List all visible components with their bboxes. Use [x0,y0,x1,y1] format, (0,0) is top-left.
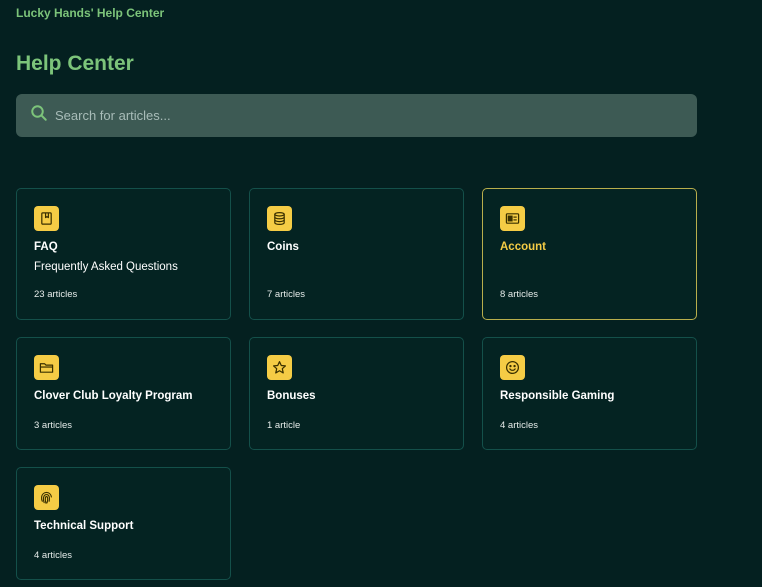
article-count: 23 articles [34,289,78,300]
help-center-page: Lucky Hands' Help Center Help Center FAQ… [0,0,762,587]
star-icon [267,355,292,380]
category-title: Responsible Gaming [500,390,615,402]
brand-link[interactable]: Lucky Hands' Help Center [16,6,164,20]
category-card-faq[interactable]: FAQ Frequently Asked Questions 23 articl… [16,188,231,320]
category-title: FAQ [34,241,58,253]
folder-icon [34,355,59,380]
article-count: 4 articles [34,550,73,561]
book-icon [34,206,59,231]
category-card-account[interactable]: Account 8 articles [482,188,697,320]
category-title: Bonuses [267,390,316,402]
smiley-icon [500,355,525,380]
article-count: 8 articles [500,289,539,300]
search-icon [30,104,48,127]
category-card-clover-club[interactable]: Clover Club Loyalty Program 3 articles [16,337,231,450]
coins-icon [267,206,292,231]
article-count: 1 article [267,420,301,431]
category-title: Coins [267,241,299,253]
fingerprint-icon [34,485,59,510]
page-title: Help Center [16,52,134,75]
article-count: 4 articles [500,420,539,431]
category-description: Frequently Asked Questions [34,261,178,273]
article-count: 7 articles [267,289,306,300]
search-input[interactable] [55,100,675,131]
category-card-technical-support[interactable]: Technical Support 4 articles [16,467,231,580]
article-count: 3 articles [34,420,73,431]
category-card-bonuses[interactable]: Bonuses 1 article [249,337,464,450]
category-card-responsible-gaming[interactable]: Responsible Gaming 4 articles [482,337,697,450]
category-title: Clover Club Loyalty Program [34,390,193,402]
category-card-coins[interactable]: Coins 7 articles [249,188,464,320]
category-title: Technical Support [34,520,134,532]
id-card-icon [500,206,525,231]
search-bar[interactable] [16,94,697,137]
category-title: Account [500,241,546,253]
